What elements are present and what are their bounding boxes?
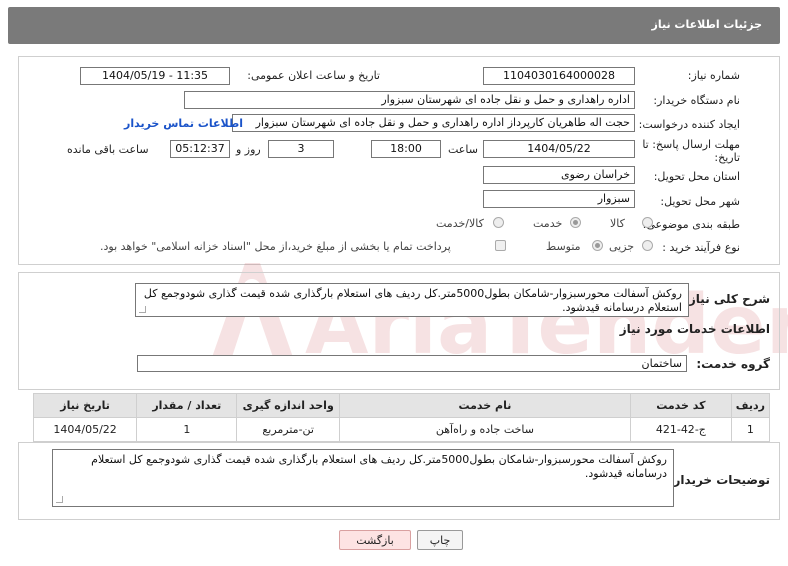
purchase-option-minor: جزیی <box>609 240 635 253</box>
buyer-notes-text: روکش آسفالت محورسبزوار-شامکان بطول5000مت… <box>91 453 667 480</box>
remaining-time-field: 05:12:37 <box>170 140 230 158</box>
buyer-notes-textarea: روکش آسفالت محورسبزوار-شامکان بطول5000مت… <box>52 449 674 507</box>
services-table: ردیف کد خدمت نام خدمت واحد اندازه گیری ت… <box>32 393 771 442</box>
services-section-title: اطلاعات خدمات مورد نیاز <box>619 322 770 336</box>
print-button[interactable]: چاپ <box>417 530 463 550</box>
purchase-type-label: نوع فرآیند خرید : <box>662 241 740 254</box>
category-radio-goods-service[interactable] <box>493 217 504 228</box>
cell-quantity: 1 <box>136 417 238 442</box>
city-label: شهر محل تحویل: <box>660 195 740 208</box>
deadline-time-field: 18:00 <box>371 140 441 158</box>
city-field: سبزوار <box>483 190 635 208</box>
deadline-label-line2: تاریخ: <box>714 151 740 164</box>
category-option-goods-service: کالا/خدمت <box>436 217 484 230</box>
need-number-field: 1104030164000028 <box>483 67 635 85</box>
category-radio-service[interactable] <box>570 217 581 228</box>
deadline-label-line1: مهلت ارسال پاسخ: تا <box>642 138 740 151</box>
buyer-org-label: نام دستگاه خریدار: <box>653 94 740 107</box>
col-header-need-date: تاریخ نیاز <box>32 393 138 418</box>
category-radio-goods[interactable] <box>642 217 653 228</box>
col-header-service-code: کد خدمت <box>629 393 732 418</box>
col-header-quantity: تعداد / مقدار <box>136 393 238 418</box>
table-row: 1 ج-42-421 ساخت جاده و راه‌آهن تن-مترمرب… <box>32 417 771 442</box>
back-button[interactable]: بازگشت <box>339 530 411 550</box>
deadline-time-label: ساعت <box>448 143 478 156</box>
deadline-date-field: 1404/05/22 <box>483 140 635 158</box>
page-header: جزئیات اطلاعات نیاز <box>8 7 780 44</box>
remaining-time-label: ساعت باقی مانده <box>67 143 149 156</box>
cell-need-date: 1404/05/22 <box>32 417 138 442</box>
purchase-radio-minor[interactable] <box>642 240 653 251</box>
buyer-contact-link[interactable]: اطلاعات تماس خریدار <box>124 117 243 130</box>
category-option-goods: کالا <box>610 217 625 230</box>
summary-textarea: روکش آسفالت محورسبزوار-شامکان بطول5000مت… <box>135 283 689 317</box>
category-label: طبقه بندی موضوعی: <box>642 218 740 231</box>
service-group-label: گروه خدمت: <box>696 357 770 371</box>
summary-text: روکش آسفالت محورسبزوار-شامکان بطول5000مت… <box>143 287 682 314</box>
remaining-days-field: 3 <box>268 140 334 158</box>
col-header-row-number: ردیف <box>730 393 771 418</box>
province-label: استان محل تحویل: <box>653 170 740 183</box>
need-info-panel <box>18 56 780 265</box>
services-table-header-row: ردیف کد خدمت نام خدمت واحد اندازه گیری ت… <box>32 393 771 418</box>
province-field: خراسان رضوی <box>483 166 635 184</box>
textarea-resize-grip[interactable] <box>139 306 146 313</box>
summary-label: شرح کلی نیاز: <box>684 292 770 306</box>
purchase-option-medium: متوسط <box>546 240 581 253</box>
announce-datetime-label: تاریخ و ساعت اعلان عمومی: <box>247 69 380 82</box>
remaining-days-label: روز و <box>236 143 261 156</box>
cell-row-number: 1 <box>730 417 771 442</box>
col-header-unit: واحد اندازه گیری <box>236 393 340 418</box>
treasury-payment-note: پرداخت تمام یا بخشی از مبلغ خرید،از محل … <box>100 240 451 253</box>
cell-unit: تن-مترمربع <box>236 417 340 442</box>
announce-datetime-field: 1404/05/19 - 11:35 <box>80 67 230 85</box>
buyer-org-field: اداره راهداری و حمل و نقل جاده ای شهرستا… <box>184 91 635 109</box>
textarea-resize-grip[interactable] <box>56 496 63 503</box>
service-group-field: ساختمان <box>137 355 687 372</box>
requester-field: حجت اله طاهریان کارپرداز اداره راهداری و… <box>232 114 635 132</box>
col-header-service-name: نام خدمت <box>338 393 631 418</box>
purchase-radio-medium[interactable] <box>592 240 603 251</box>
cell-service-name: ساخت جاده و راه‌آهن <box>338 417 631 442</box>
requester-label: ایجاد کننده درخواست: <box>638 118 740 131</box>
category-option-service: خدمت <box>533 217 563 230</box>
page-title: جزئیات اطلاعات نیاز <box>651 18 763 31</box>
treasury-payment-checkbox[interactable] <box>495 240 506 251</box>
cell-service-code: ج-42-421 <box>629 417 732 442</box>
buyer-notes-label: توضیحات خریدار: <box>668 473 770 487</box>
need-number-label: شماره نیاز: <box>687 69 740 82</box>
